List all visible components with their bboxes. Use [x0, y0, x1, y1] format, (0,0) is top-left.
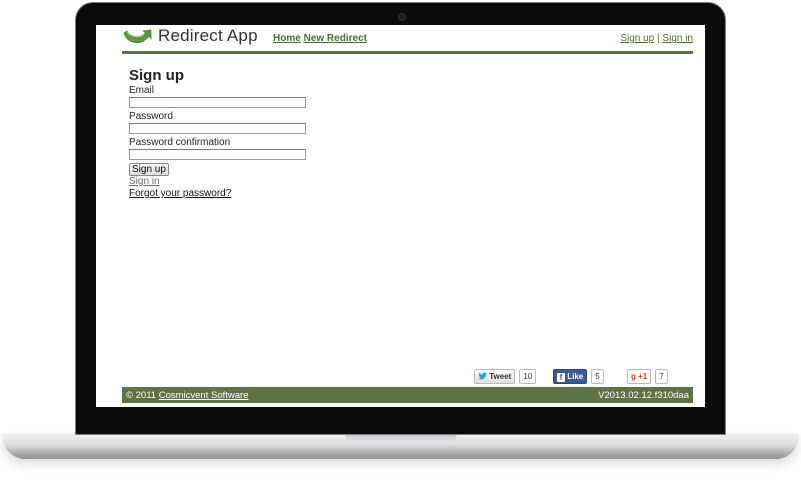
- app-title[interactable]: Redirect App: [158, 26, 258, 46]
- like-count: 5: [591, 369, 604, 384]
- green-arrow-logo-icon[interactable]: [122, 27, 152, 47]
- google-plus-count: 7: [655, 369, 668, 384]
- facebook-like-button[interactable]: f Like: [553, 369, 588, 384]
- auth-separator: |: [657, 33, 660, 44]
- header-sign-up-link[interactable]: Sign up: [620, 33, 654, 44]
- page-title: Sign up: [129, 67, 184, 84]
- email-field[interactable]: [129, 97, 306, 108]
- site-footer: © 2011 Cosmicvent Software V2013.02.12.f…: [122, 387, 693, 403]
- tweet-count: 10: [519, 369, 537, 384]
- password-field[interactable]: [129, 123, 306, 134]
- copyright: © 2011 Cosmicvent Software: [126, 390, 248, 401]
- site-header: Redirect App Home New Redirect Sign up |…: [122, 25, 693, 54]
- tweet-label: Tweet: [489, 372, 512, 381]
- password-confirmation-field[interactable]: [129, 149, 306, 160]
- tweet-widget: Tweet 10: [474, 369, 537, 384]
- company-link[interactable]: Cosmicvent Software: [159, 390, 249, 401]
- forgot-password-link[interactable]: Forgot your password?: [129, 188, 306, 200]
- google-plus-icon: g: [631, 372, 636, 381]
- google-plus-label: +1: [638, 372, 648, 381]
- sign-up-button[interactable]: Sign up: [129, 163, 169, 176]
- camera-icon: [398, 13, 406, 21]
- like-label: Like: [567, 372, 584, 381]
- facebook-f-icon: f: [557, 373, 565, 382]
- tweet-button[interactable]: Tweet: [474, 369, 516, 384]
- twitter-bird-icon: [478, 372, 487, 380]
- auth-links: Sign up | Sign in: [620, 33, 693, 44]
- google-plus-widget: g +1 7: [627, 369, 668, 384]
- header-sign-in-link[interactable]: Sign in: [662, 33, 693, 44]
- nav-new-redirect-link[interactable]: New Redirect: [304, 33, 367, 44]
- nav-home-link[interactable]: Home: [273, 33, 301, 44]
- browser-screen: Redirect App Home New Redirect Sign up |…: [96, 25, 705, 407]
- copyright-text: © 2011: [126, 390, 157, 401]
- main-nav: Home New Redirect: [273, 33, 367, 44]
- password-label: Password: [129, 111, 173, 122]
- sign-up-form: Sign up Email Password Password confirma…: [129, 67, 306, 200]
- email-label: Email: [129, 85, 155, 96]
- facebook-like-widget: f Like 5: [553, 369, 604, 384]
- sign-in-link[interactable]: Sign in: [129, 176, 306, 188]
- version-label: V2013.02.12.f310daa: [598, 390, 689, 401]
- google-plus-button[interactable]: g +1: [627, 369, 652, 384]
- password-confirmation-label: Password confirmation: [129, 137, 231, 148]
